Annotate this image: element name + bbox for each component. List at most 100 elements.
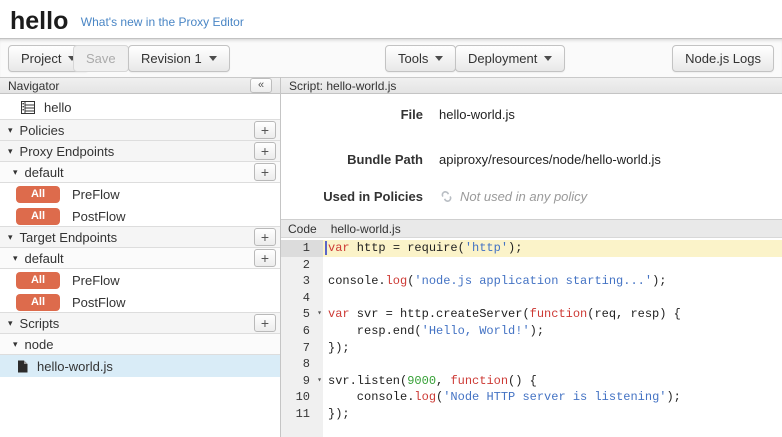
- expand-arrow-icon[interactable]: ▾: [13, 167, 18, 178]
- token-string: 'http': [465, 241, 508, 255]
- detail-row-file: File hello-world.js: [281, 107, 782, 122]
- add-button[interactable]: +: [254, 163, 276, 181]
- nav-item-preflow[interactable]: AllPreFlow: [0, 269, 280, 291]
- nav-item-label: default: [25, 165, 64, 180]
- add-button[interactable]: +: [254, 314, 276, 332]
- gutter-line-number: 3: [281, 273, 323, 290]
- expand-arrow-icon[interactable]: ▾: [8, 232, 13, 243]
- code-line[interactable]: console.log('Node HTTP server is listeni…: [323, 389, 782, 406]
- code-line[interactable]: console.log('node.js application startin…: [323, 273, 782, 290]
- token-plain: });: [328, 341, 350, 355]
- nav-item-policies[interactable]: ▾Policies+: [0, 119, 280, 141]
- editor-gutter: 12345▾6789▾1011: [281, 240, 323, 437]
- navigator-title: Navigator: [8, 79, 59, 93]
- code-line[interactable]: var svr = http.createServer(function(req…: [323, 306, 782, 323]
- nav-item-postflow[interactable]: All PostFlow: [0, 205, 280, 227]
- flow-condition-badge: All: [16, 294, 60, 311]
- code-editor-header: Code hello-world.js: [281, 219, 782, 238]
- tools-dropdown[interactable]: Tools: [385, 45, 456, 72]
- flow-condition-badge: All: [16, 186, 60, 203]
- text-cursor: [325, 241, 327, 255]
- expand-arrow-icon[interactable]: ▾: [8, 146, 13, 157]
- gutter-line-number: 8: [281, 356, 323, 373]
- script-panel: Script: hello-world.js File hello-world.j…: [281, 77, 782, 437]
- script-details: Filehello-world.jsBundle Pathapiproxy/re…: [281, 94, 782, 219]
- gutter-line-number: 9▾: [281, 373, 323, 390]
- nav-item-target-endpoints[interactable]: ▾Target Endpoints+: [0, 226, 280, 248]
- token-number: 9000: [407, 374, 436, 388]
- chevron-down-icon: [544, 56, 552, 61]
- token-plain: );: [530, 324, 544, 338]
- code-line[interactable]: svr.listen(9000, function() {: [323, 373, 782, 390]
- nav-item-scripts[interactable]: ▾Scripts+: [0, 312, 280, 334]
- token-method: log: [386, 274, 408, 288]
- code-line[interactable]: resp.end('Hello, World!');: [323, 323, 782, 340]
- nav-item-label: Proxy Endpoints: [20, 144, 115, 159]
- token-plain: ,: [436, 374, 450, 388]
- nav-item-hello-world-js[interactable]: hello-world.js: [0, 355, 280, 377]
- expand-arrow-icon[interactable]: ▾: [8, 125, 13, 136]
- code-editor[interactable]: 12345▾6789▾1011 var http = require('http…: [281, 238, 782, 437]
- nav-item-label: PostFlow: [72, 295, 125, 310]
- nav-item-preflow[interactable]: AllPreFlow: [0, 183, 280, 205]
- token-plain: () {: [508, 374, 537, 388]
- nodejs-logs-button-label: Node.js Logs: [685, 51, 761, 66]
- expand-arrow-icon[interactable]: ▾: [8, 318, 13, 329]
- proxy-name-title: hello: [10, 7, 68, 36]
- script-panel-header: Script: hello-world.js: [281, 77, 782, 94]
- nav-item-default[interactable]: ▾ default +: [0, 247, 280, 269]
- code-line[interactable]: [323, 356, 782, 373]
- code-line[interactable]: });: [323, 406, 782, 423]
- nav-item-label: node: [25, 337, 54, 352]
- token-keyword: var: [328, 241, 350, 255]
- navigator-panel: Navigator « hello▾Policies+▾Proxy Endpoi…: [0, 77, 281, 437]
- add-button[interactable]: +: [254, 121, 276, 139]
- nav-item-label: default: [25, 251, 64, 266]
- token-plain: });: [328, 407, 350, 421]
- unlink-icon: [439, 190, 454, 203]
- nav-item-default[interactable]: ▾ default +: [0, 161, 280, 183]
- token-plain: );: [652, 274, 666, 288]
- code-line[interactable]: [323, 257, 782, 274]
- editor-code-area[interactable]: var http = require('http'); console.log('…: [323, 240, 782, 437]
- nav-item-postflow[interactable]: All PostFlow: [0, 291, 280, 313]
- nav-item-label: PostFlow: [72, 209, 125, 224]
- script-panel-title: Script: hello-world.js: [289, 79, 396, 93]
- nav-item-hello[interactable]: hello: [0, 94, 280, 120]
- expand-arrow-icon[interactable]: ▾: [13, 253, 18, 264]
- collapse-panel-button[interactable]: «: [250, 78, 272, 93]
- whats-new-link[interactable]: What's new in the Proxy Editor: [81, 15, 244, 29]
- add-button[interactable]: +: [254, 228, 276, 246]
- token-plain: console.: [328, 274, 386, 288]
- code-line[interactable]: [323, 290, 782, 307]
- detail-label: File: [281, 107, 423, 122]
- add-button[interactable]: +: [254, 142, 276, 160]
- token-keyword: function: [450, 374, 508, 388]
- code-line[interactable]: });: [323, 340, 782, 357]
- token-plain: svr.listen(: [328, 374, 407, 388]
- add-button[interactable]: +: [254, 249, 276, 267]
- detail-value: Not used in any policy: [439, 189, 587, 204]
- nodejs-logs-button[interactable]: Node.js Logs: [672, 45, 774, 72]
- flow-condition-badge: All: [16, 208, 60, 225]
- nav-item-proxy-endpoints[interactable]: ▾ Proxy Endpoints +: [0, 140, 280, 162]
- token-method: log: [414, 390, 436, 404]
- revision-dropdown[interactable]: Revision 1: [128, 45, 230, 72]
- gutter-line-number: 11: [281, 406, 323, 423]
- detail-row-used-in-policies: Used in PoliciesNot used in any policy: [281, 189, 782, 204]
- deployment-dropdown-label: Deployment: [468, 51, 537, 66]
- fold-arrow-icon[interactable]: ▾: [317, 373, 322, 390]
- content: Navigator « hello▾Policies+▾Proxy Endpoi…: [0, 77, 782, 437]
- gutter-line-number: 7: [281, 340, 323, 357]
- save-button[interactable]: Save: [73, 45, 129, 72]
- expand-arrow-icon[interactable]: ▾: [13, 339, 18, 350]
- nav-item-label: hello-world.js: [37, 359, 113, 374]
- deployment-dropdown[interactable]: Deployment: [455, 45, 565, 72]
- detail-value: hello-world.js: [439, 107, 515, 122]
- toolbar: Project Save Revision 1 Tools Deployment…: [0, 38, 782, 77]
- code-line[interactable]: var http = require('http');: [323, 240, 782, 257]
- code-header-label: Code: [288, 222, 317, 236]
- token-plain: );: [666, 390, 680, 404]
- nav-item-node[interactable]: ▾ node: [0, 333, 280, 355]
- fold-arrow-icon[interactable]: ▾: [317, 306, 322, 323]
